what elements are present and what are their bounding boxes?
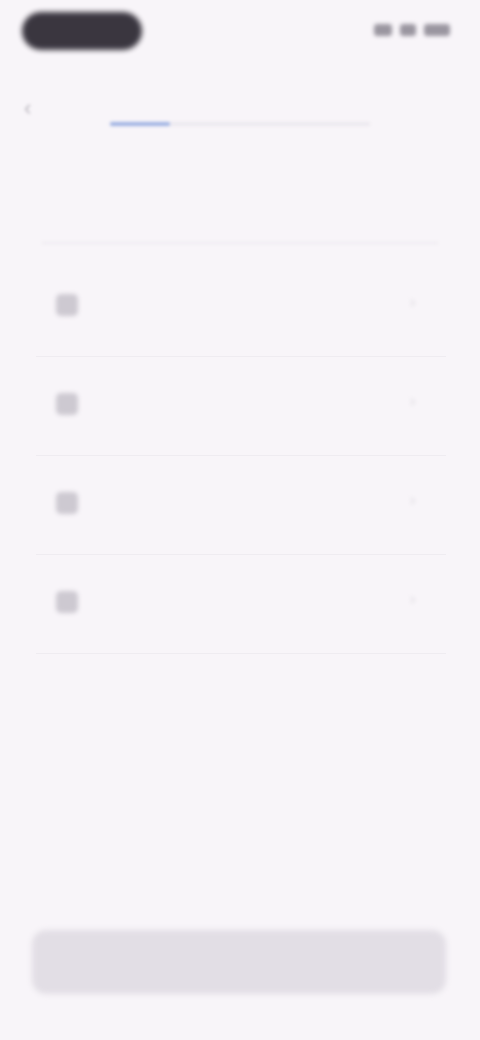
- wifi-icon: [400, 24, 416, 36]
- option-icon: [56, 591, 78, 613]
- option-item-4[interactable]: ›: [36, 555, 446, 654]
- header: ‹: [0, 80, 480, 140]
- signal-icon: [374, 24, 392, 36]
- divider: [42, 242, 438, 244]
- status-icons: [374, 24, 450, 36]
- arrow-left-icon[interactable]: ‹: [24, 97, 44, 119]
- option-list: › › › ›: [36, 258, 446, 654]
- battery-icon: [424, 24, 450, 36]
- status-time-pill: [22, 12, 142, 50]
- screen: ‹ › › › ›: [0, 0, 480, 1040]
- chevron-right-icon: ›: [410, 294, 416, 311]
- option-icon: [56, 492, 78, 514]
- option-item-3[interactable]: ›: [36, 456, 446, 555]
- option-icon: [56, 294, 78, 316]
- page-title: [160, 88, 320, 108]
- chevron-right-icon: ›: [410, 393, 416, 410]
- progress-fill: [110, 122, 170, 126]
- option-icon: [56, 393, 78, 415]
- option-item-2[interactable]: ›: [36, 357, 446, 456]
- chevron-right-icon: ›: [410, 492, 416, 509]
- option-item-1[interactable]: ›: [36, 258, 446, 357]
- status-bar: [0, 0, 480, 64]
- chevron-right-icon: ›: [410, 591, 416, 608]
- continue-button[interactable]: [32, 930, 446, 994]
- progress-bar: [110, 122, 370, 126]
